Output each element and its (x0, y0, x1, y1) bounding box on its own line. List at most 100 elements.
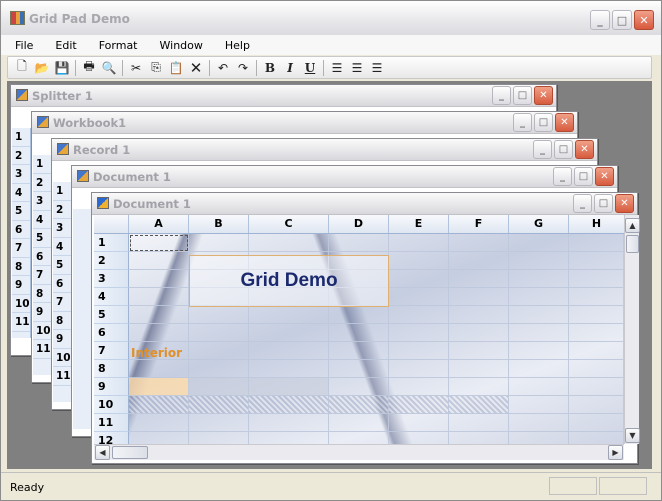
grid-cell[interactable] (249, 360, 329, 378)
column-header-cell[interactable]: D (329, 215, 389, 233)
copy-icon[interactable]: ⎘ (146, 59, 166, 77)
grid-cell[interactable] (329, 306, 389, 324)
row-header-cell[interactable]: 3 (94, 270, 129, 288)
grid-cell[interactable] (129, 306, 189, 324)
grid-area[interactable]: A B C D E F G H 1 2 3 4 5 6 7 8 9 10 11 12 Grid Dem… (94, 215, 624, 444)
grid-cell[interactable] (569, 396, 624, 414)
grid-cell[interactable] (389, 360, 449, 378)
column-header-cell[interactable]: B (189, 215, 249, 233)
grid-cell[interactable] (509, 234, 569, 252)
child-minimize-button[interactable]: _ (553, 167, 572, 186)
grid-cell[interactable] (249, 432, 329, 444)
grid-cell[interactable] (129, 396, 189, 414)
undo-icon[interactable]: ↶ (213, 59, 233, 77)
child-close-button[interactable]: ✕ (575, 140, 594, 159)
grid-cell[interactable] (509, 342, 569, 360)
grid-cell[interactable] (569, 414, 624, 432)
grid-cell[interactable] (249, 414, 329, 432)
close-button[interactable]: ✕ (634, 10, 654, 30)
grid-cell[interactable] (129, 378, 189, 396)
child-maximize-button[interactable]: □ (574, 167, 593, 186)
child-minimize-button[interactable]: _ (492, 86, 511, 105)
scroll-up-icon[interactable]: ▲ (625, 218, 640, 233)
grid-cell[interactable] (329, 432, 389, 444)
grid-cell[interactable] (449, 342, 509, 360)
grid-cell[interactable] (129, 414, 189, 432)
align-right-icon[interactable]: ☰ (367, 59, 387, 77)
grid-cell[interactable] (389, 252, 449, 270)
delete-icon[interactable]: ✕ (186, 59, 206, 77)
column-header-cell[interactable]: C (249, 215, 329, 233)
maximize-button[interactable]: □ (612, 10, 632, 30)
grid-cell[interactable] (329, 324, 389, 342)
column-header-cell[interactable]: A (129, 215, 189, 233)
child-close-button[interactable]: ✕ (555, 113, 574, 132)
cut-icon[interactable]: ✂ (126, 59, 146, 77)
child-maximize-button[interactable]: □ (594, 194, 613, 213)
scroll-down-icon[interactable]: ▼ (625, 428, 640, 443)
grid-cell[interactable] (189, 324, 249, 342)
grid-cell[interactable] (509, 288, 569, 306)
grid-cell[interactable] (329, 396, 389, 414)
scroll-thumb[interactable] (112, 446, 148, 459)
row-header-cell[interactable]: 12 (94, 432, 129, 444)
grid-cell[interactable] (569, 234, 624, 252)
menu-help[interactable]: Help (225, 39, 250, 52)
child-close-button[interactable]: ✕ (534, 86, 553, 105)
grid-cell[interactable] (449, 360, 509, 378)
grid-cell[interactable] (389, 342, 449, 360)
paste-icon[interactable]: 📋 (166, 59, 186, 77)
print-icon[interactable]: 🖶 (79, 59, 99, 77)
grid-cell[interactable] (389, 270, 449, 288)
grid-cell[interactable] (389, 378, 449, 396)
grid-cell[interactable] (249, 396, 329, 414)
grid-cell[interactable] (569, 360, 624, 378)
grid-cell[interactable] (509, 414, 569, 432)
grid-cell[interactable] (329, 378, 389, 396)
vertical-scrollbar[interactable]: ▲ ▼ (624, 215, 640, 444)
row-header-cell[interactable]: 10 (94, 396, 129, 414)
grid-cell[interactable] (189, 342, 249, 360)
grid-cell[interactable] (389, 324, 449, 342)
grid-cell[interactable] (509, 324, 569, 342)
grid-cell[interactable] (449, 306, 509, 324)
child-minimize-button[interactable]: _ (533, 140, 552, 159)
grid-cell[interactable] (509, 360, 569, 378)
save-icon[interactable]: 💾 (52, 59, 72, 77)
grid-cell[interactable] (449, 324, 509, 342)
grid-cell[interactable] (449, 270, 509, 288)
column-header-cell[interactable]: G (509, 215, 569, 233)
grid-cell[interactable] (509, 252, 569, 270)
grid-cell[interactable] (189, 378, 249, 396)
grid-cell[interactable] (389, 396, 449, 414)
grid-cell[interactable] (189, 414, 249, 432)
grid-cell[interactable] (249, 234, 329, 252)
grid-cell[interactable] (509, 306, 569, 324)
column-header-cell[interactable]: E (389, 215, 449, 233)
child-maximize-button[interactable]: □ (534, 113, 553, 132)
grid-cell[interactable] (189, 432, 249, 444)
child-close-button[interactable]: ✕ (595, 167, 614, 186)
grid-cell[interactable] (569, 342, 624, 360)
child-maximize-button[interactable]: □ (513, 86, 532, 105)
italic-icon[interactable]: I (280, 59, 300, 77)
menu-edit[interactable]: Edit (55, 39, 76, 52)
grid-cell[interactable] (129, 234, 189, 252)
grid-cell[interactable] (129, 324, 189, 342)
grid-cell[interactable] (329, 414, 389, 432)
grid-cell[interactable] (509, 396, 569, 414)
grid-cell[interactable] (509, 432, 569, 444)
grid-cell[interactable] (449, 252, 509, 270)
underline-icon[interactable]: U (300, 59, 320, 77)
scroll-thumb[interactable] (626, 235, 639, 253)
new-icon[interactable]: 🗋 (12, 59, 32, 77)
corner-cell[interactable] (94, 215, 129, 233)
child-maximize-button[interactable]: □ (554, 140, 573, 159)
row-header-cell[interactable]: 11 (94, 414, 129, 432)
grid-cell[interactable] (249, 342, 329, 360)
grid-cell[interactable] (449, 432, 509, 444)
grid-cell[interactable] (569, 324, 624, 342)
grid-cell[interactable] (569, 306, 624, 324)
menu-window[interactable]: Window (160, 39, 203, 52)
row-header-cell[interactable]: 5 (94, 306, 129, 324)
